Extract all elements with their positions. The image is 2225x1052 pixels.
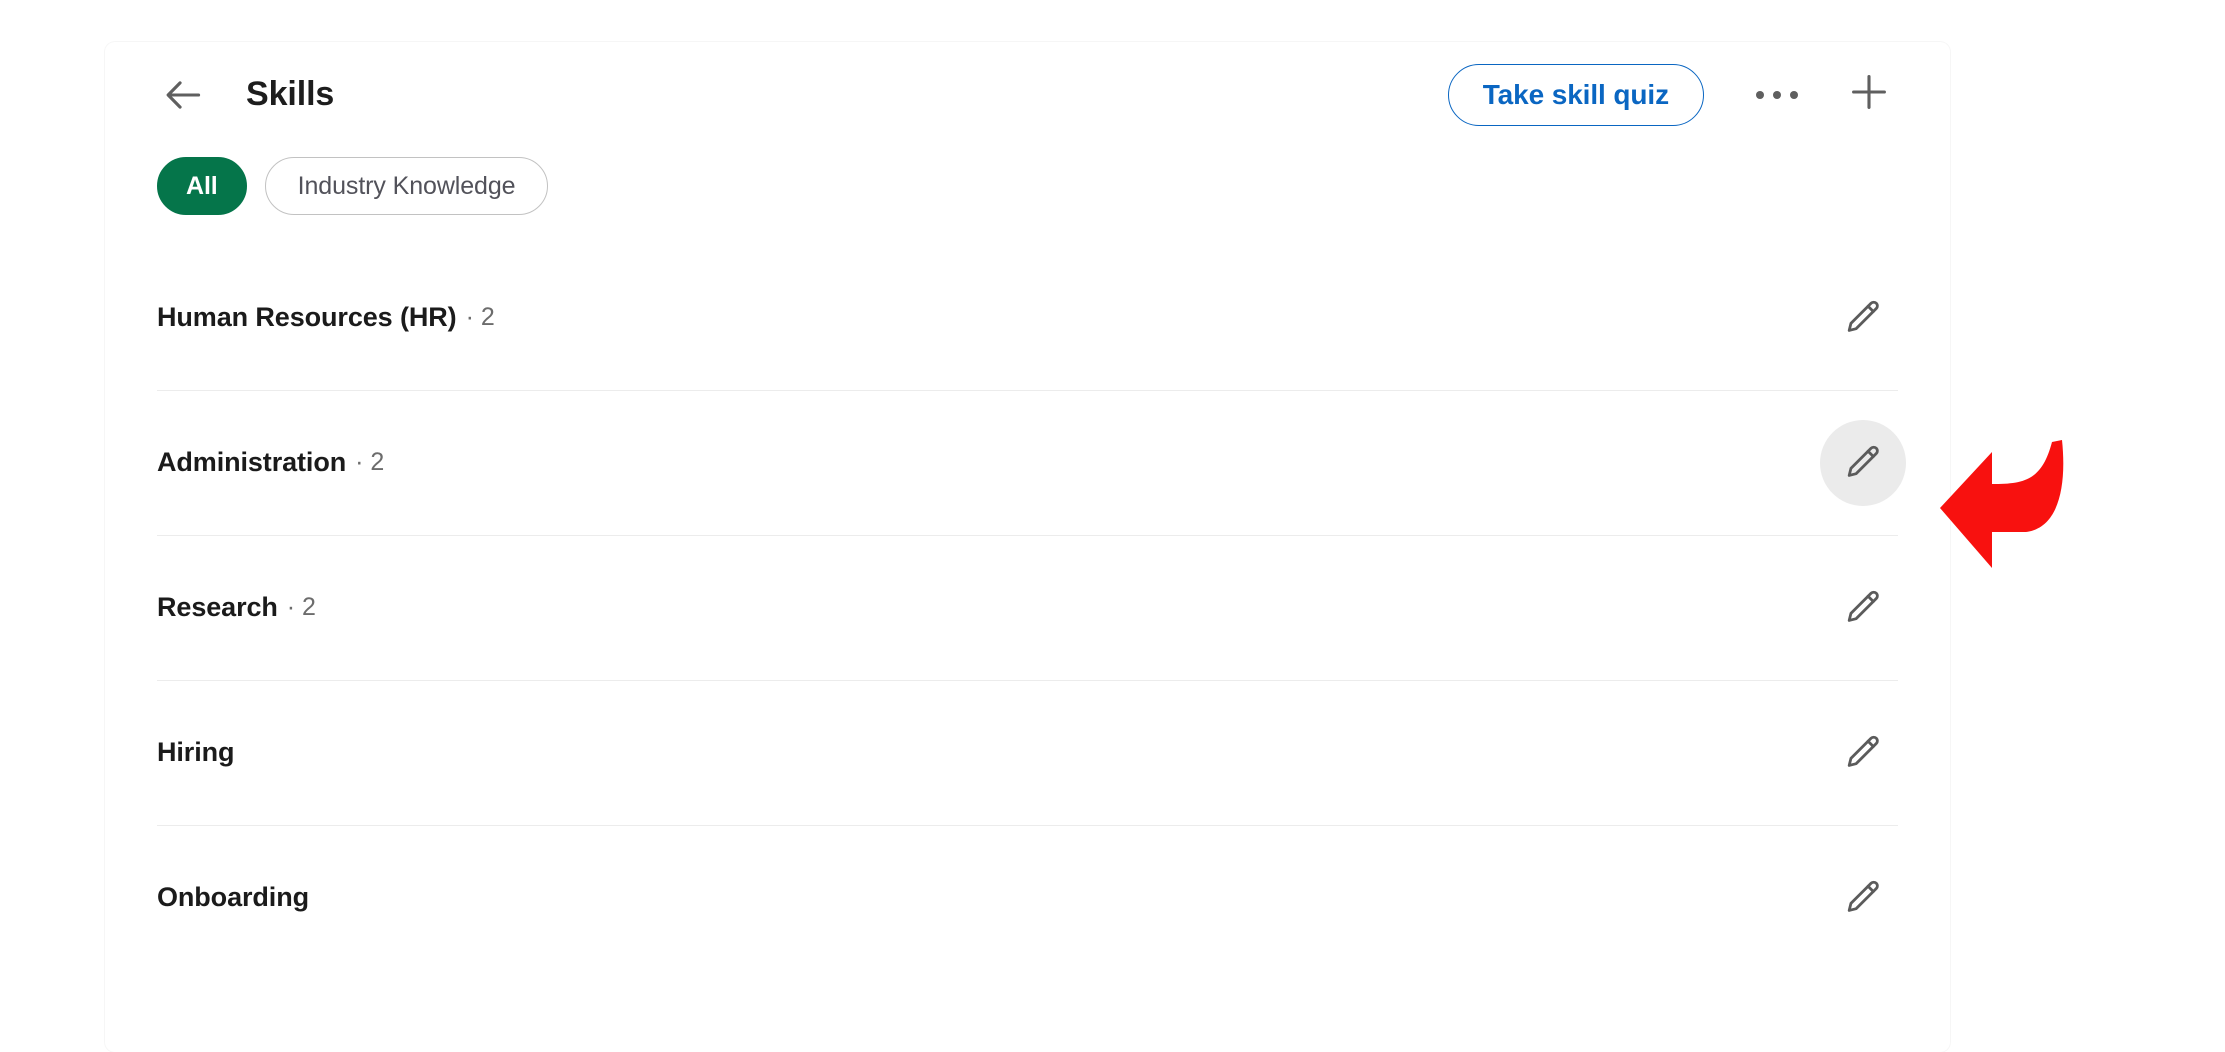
filter-pill-all[interactable]: All <box>157 157 247 215</box>
pencil-icon <box>1842 877 1884 919</box>
back-button[interactable] <box>157 69 209 121</box>
edit-skill-button[interactable] <box>1820 275 1906 361</box>
skill-count: · 2 <box>465 303 495 331</box>
arrow-left-icon <box>161 73 205 117</box>
more-options-button[interactable] <box>1744 62 1810 128</box>
skills-header: Skills Take skill quiz <box>105 42 1950 147</box>
curved-arrow-left-icon <box>1930 436 2105 586</box>
take-skill-quiz-button[interactable]: Take skill quiz <box>1447 63 1704 126</box>
pencil-icon <box>1842 732 1884 774</box>
skill-name: Research <box>157 592 278 622</box>
filter-pill-industry-knowledge[interactable]: Industry Knowledge <box>264 157 549 215</box>
list-item[interactable]: Onboarding <box>105 825 1950 970</box>
list-item[interactable]: Human Resources (HR) · 2 <box>105 245 1950 390</box>
skills-card: Skills Take skill quiz All Industry Know… <box>105 42 1950 1052</box>
pencil-icon <box>1842 442 1884 484</box>
add-skill-button[interactable] <box>1836 62 1902 128</box>
edit-skill-button[interactable] <box>1820 565 1906 651</box>
skill-filter-pills: All Industry Knowledge <box>105 143 1950 229</box>
edit-skill-button[interactable] <box>1820 419 1906 506</box>
plus-icon <box>1847 70 1891 119</box>
skill-count: · 2 <box>355 448 385 476</box>
list-item[interactable]: Hiring <box>105 680 1950 825</box>
pencil-icon <box>1842 587 1884 629</box>
edit-skill-button[interactable] <box>1820 855 1906 941</box>
skill-name: Human Resources (HR) <box>157 302 457 332</box>
pencil-icon <box>1842 297 1884 339</box>
more-horizontal-icon <box>1756 90 1798 99</box>
skill-count: · 2 <box>286 593 316 621</box>
skill-name: Onboarding <box>157 882 309 912</box>
edit-skill-button[interactable] <box>1820 710 1906 796</box>
skill-name: Administration <box>157 447 347 477</box>
skill-name: Hiring <box>157 737 235 767</box>
skill-list: Human Resources (HR) · 2 Administration … <box>105 245 1950 970</box>
list-item[interactable]: Administration · 2 <box>105 390 1950 535</box>
list-item[interactable]: Research · 2 <box>105 535 1950 680</box>
page-title: Skills <box>246 75 335 113</box>
